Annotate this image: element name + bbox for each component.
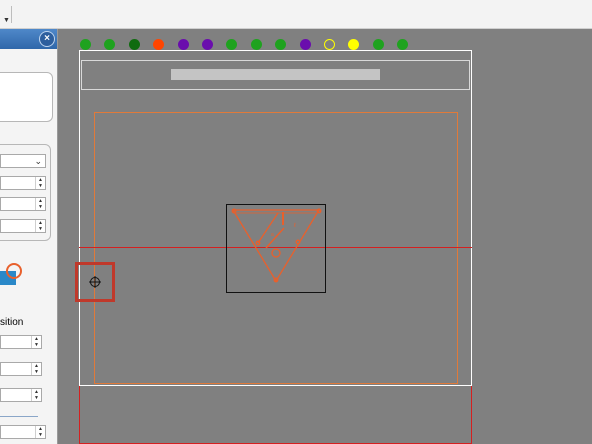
position-field-2[interactable]: ▲ ▼	[0, 362, 42, 376]
spinner-icon[interactable]: ▲ ▼	[31, 336, 41, 348]
toolbar-dropdown[interactable]: ▼	[0, 6, 12, 24]
top-toolbar: ▼	[0, 0, 592, 29]
dropdown-arrow-icon: ▼	[3, 17, 10, 24]
spinner-icon[interactable]: ▲ ▼	[31, 389, 41, 401]
preview-box	[0, 72, 53, 122]
shape-thumbnail[interactable]	[0, 259, 24, 291]
type-select[interactable]: ⌄	[0, 154, 46, 168]
crosshair-icon[interactable]	[89, 276, 101, 288]
panel-header: ×	[0, 29, 57, 49]
value-field-1[interactable]: ▲ ▼	[0, 176, 46, 190]
position-field-1[interactable]: ▲ ▼	[0, 335, 42, 349]
position-label: sition	[0, 317, 24, 328]
svg-text:a: a	[271, 232, 274, 238]
svg-text:ℓ: ℓ	[294, 222, 296, 229]
canvas-guides: a ℓ	[75, 50, 472, 444]
design-canvas[interactable]: a ℓ	[58, 29, 592, 444]
spinner-icon[interactable]: ▲ ▼	[35, 198, 45, 210]
spinner-icon[interactable]: ▲ ▼	[35, 426, 45, 438]
shape-thumbnail-icon	[0, 263, 22, 285]
spinner-icon[interactable]: ▲ ▼	[31, 363, 41, 375]
spinner-icon[interactable]: ▲ ▼	[35, 177, 45, 189]
position-field-3[interactable]: ▲ ▼	[0, 388, 42, 402]
divider	[0, 416, 38, 417]
chevron-down-icon: ⌄	[34, 156, 42, 166]
properties-panel: × ⌄ ▲ ▼ ▲ ▼ ▲ ▼ sition ▲ ▼ ▲ ▼ ▲ ▼ ▲ ▼	[0, 29, 58, 444]
title-placeholder-bar	[171, 69, 380, 80]
position-field-4[interactable]: ▲ ▼	[0, 425, 46, 439]
value-field-2[interactable]: ▲ ▼	[0, 197, 46, 211]
spinner-icon[interactable]: ▲ ▼	[35, 220, 45, 232]
triangle-shape[interactable]: a ℓ	[231, 208, 322, 283]
close-icon[interactable]: ×	[39, 31, 55, 47]
value-field-3[interactable]: ▲ ▼	[0, 219, 46, 233]
